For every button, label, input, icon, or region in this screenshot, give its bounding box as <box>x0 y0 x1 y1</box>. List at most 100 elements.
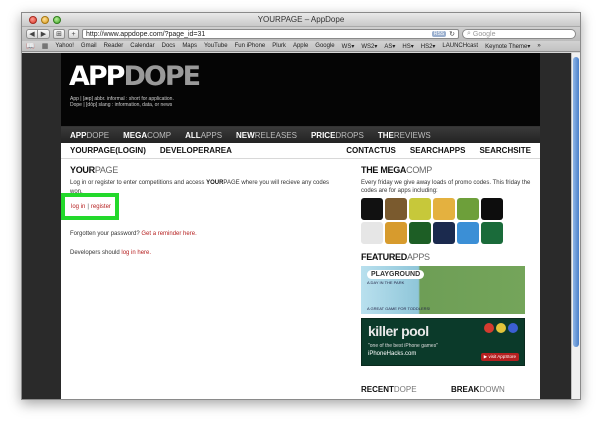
bookmark-item[interactable]: Google <box>315 43 334 49</box>
app-icon[interactable] <box>385 198 407 220</box>
add-bookmark-button[interactable]: + <box>68 29 79 39</box>
nav-newreleases[interactable]: NEWRELEASES <box>236 131 297 140</box>
subnav-contactus[interactable]: CONTACTUS <box>346 146 396 155</box>
app-icon[interactable] <box>457 198 479 220</box>
megacomp-title-the: THE <box>361 165 381 175</box>
nav-newreleases-bold: NEW <box>236 130 255 140</box>
browser-toolbar: ◀ ▶ ⊞ + http://www.appdope.com/?page_id=… <box>22 27 580 41</box>
back-button[interactable]: ◀ <box>26 29 38 39</box>
bookmark-item[interactable]: Gmail <box>81 43 97 49</box>
web-viewport: APPDOPE App | [æp] abbr. informal : shor… <box>22 53 573 399</box>
bookmark-item[interactable]: Apple <box>293 43 308 49</box>
app-icon[interactable] <box>361 198 383 220</box>
visit-appstore-button[interactable]: ▶ visit AppStore <box>480 353 519 361</box>
scrollbar-thumb[interactable] <box>573 57 579 347</box>
bookmark-item[interactable]: Plurk <box>272 43 286 49</box>
bookmark-item[interactable]: Maps <box>182 43 197 49</box>
playground-title: PLAYGROUND <box>367 270 425 279</box>
app-icon[interactable] <box>409 198 431 220</box>
bookmark-item[interactable]: HS2▾ <box>421 43 436 50</box>
nav-allapps[interactable]: ALLAPPS <box>185 131 222 140</box>
logo-app: APP <box>69 61 126 92</box>
subnav-searchapps[interactable]: SEARCHAPPS <box>410 146 466 155</box>
developer-login-link[interactable]: log in here. <box>121 250 151 256</box>
url-text[interactable]: http://www.appdope.com/?page_id=31 <box>86 31 429 38</box>
app-icon[interactable] <box>457 222 479 244</box>
pool-ball-icon <box>508 323 518 333</box>
subnav-developerarea-rest: AREA <box>209 146 232 155</box>
breakdown-rest: DOWN <box>479 385 505 394</box>
app-icon[interactable] <box>385 222 407 244</box>
subnav-developerarea-bold: DEVELOPER <box>159 146 210 155</box>
subnav-searchsite-rest: SITE <box>513 146 531 155</box>
nav-pricedrops-rest: DROPS <box>335 130 364 140</box>
bookmark-item[interactable]: AS▾ <box>384 43 395 50</box>
bookmark-item[interactable]: WS2▾ <box>361 43 377 50</box>
bookmark-item[interactable]: Reader <box>104 43 124 49</box>
app-icon[interactable] <box>433 198 455 220</box>
app-icon[interactable] <box>481 198 503 220</box>
promo-app-grid <box>361 198 531 244</box>
app-icon[interactable] <box>361 222 383 244</box>
browser-window: YOURPAGE – AppDope ◀ ▶ ⊞ + http://www.ap… <box>21 12 581 400</box>
page-content: YOURPAGE Log in or register to enter com… <box>61 159 540 399</box>
site-header: APPDOPE App | [æp] abbr. informal : shor… <box>61 53 540 127</box>
bookmark-item[interactable]: YouTube <box>204 43 228 49</box>
bookmark-item[interactable]: HS▾ <box>402 43 413 50</box>
appdope-logo[interactable]: APPDOPE <box>69 61 201 92</box>
forward-button[interactable]: ▶ <box>38 29 50 39</box>
nav-pricedrops[interactable]: PRICEDROPS <box>311 131 364 140</box>
yourpage-title-rest: PAGE <box>94 165 118 175</box>
megacomp-title: THE MEGACOMP <box>361 165 531 175</box>
app-icon[interactable] <box>481 222 503 244</box>
breakdown-bold: BREAK <box>451 385 480 394</box>
address-bar[interactable]: http://www.appdope.com/?page_id=31 RSS ↻ <box>82 29 459 39</box>
nav-thereviews[interactable]: THEREVIEWS <box>378 131 431 140</box>
tabs-icon[interactable]: ⊞ <box>53 29 65 39</box>
vertical-scrollbar[interactable] <box>571 53 580 399</box>
bookmark-item[interactable]: Docs <box>162 43 176 49</box>
megacomp-text: Every friday we give away loads of promo… <box>361 180 531 194</box>
bookmark-item[interactable]: Yahoo! <box>55 43 74 49</box>
bookmark-item[interactable]: Fun iPhone <box>235 43 266 49</box>
intro-text-bold: YOUR <box>206 180 224 186</box>
register-link[interactable]: register <box>91 204 111 210</box>
top-sites-grid-icon[interactable]: ▦ <box>42 42 49 50</box>
app-icon[interactable] <box>433 222 455 244</box>
nav-appdope[interactable]: APPDOPE <box>70 131 109 140</box>
bookmark-item[interactable]: Keynote Theme▾ <box>485 43 530 50</box>
bookmark-item[interactable]: WS▾ <box>342 43 355 50</box>
playground-banner[interactable]: PLAYGROUND A DAY IN THE PARK A GREAT GAM… <box>361 266 525 314</box>
password-reminder-link[interactable]: Get a reminder here. <box>141 231 196 237</box>
breakdown-title: BREAKDOWN <box>451 385 505 394</box>
subnav-developerarea[interactable]: DEVELOPERAREA <box>160 146 232 155</box>
subnav-yourpage-rest: PAGE(LOGIN) <box>93 146 146 155</box>
recentdope-rest: DOPE <box>393 385 417 394</box>
developer-login-text: Developers should <box>70 250 120 256</box>
subnav-yourpage[interactable]: YOURPAGE(LOGIN) <box>70 146 146 155</box>
subnav-contactus-bold: CONTACT <box>346 146 385 155</box>
bookmarks-book-icon[interactable]: 📖 <box>26 42 35 50</box>
bookmark-overflow[interactable]: » <box>537 43 540 49</box>
search-placeholder: Google <box>472 30 496 38</box>
megacomp-title-comp: COMP <box>406 165 432 175</box>
bookmark-item[interactable]: Calendar <box>130 43 154 49</box>
killer-pool-title: killer pool <box>368 323 429 339</box>
yourpage-section: YOURPAGE Log in or register to enter com… <box>61 165 340 256</box>
login-link[interactable]: log in <box>71 204 85 210</box>
title-bar: YOURPAGE – AppDope <box>22 13 580 27</box>
nav-megacomp[interactable]: MEGACOMP <box>123 131 171 140</box>
search-field[interactable]: ⌕ Google <box>462 29 576 39</box>
playground-subtitle: A DAY IN THE PARK <box>367 280 405 285</box>
nav-pricedrops-bold: PRICE <box>310 130 336 140</box>
bookmark-item[interactable]: LAUNCHcast <box>442 43 478 49</box>
rss-icon[interactable]: RSS <box>431 31 447 37</box>
reload-icon[interactable]: ↻ <box>449 30 455 38</box>
nav-allapps-rest: APPS <box>200 130 223 140</box>
subnav-searchsite[interactable]: SEARCHSITE <box>479 146 531 155</box>
auth-separator: | <box>87 203 89 210</box>
killer-pool-banner[interactable]: killer pool "one of the best iPhone game… <box>361 318 525 366</box>
subnav-searchapps-rest: APPS <box>443 146 466 155</box>
forgot-password-text: Forgotten your password? <box>70 231 140 237</box>
app-icon[interactable] <box>409 222 431 244</box>
